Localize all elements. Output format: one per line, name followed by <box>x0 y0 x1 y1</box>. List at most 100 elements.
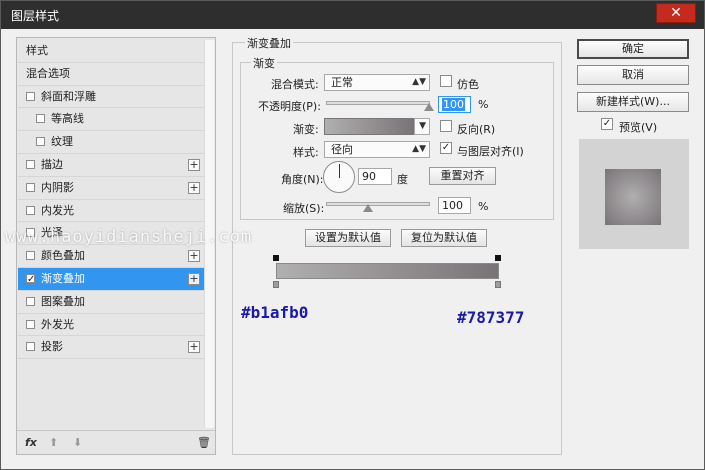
dither-checkbox[interactable] <box>440 75 452 87</box>
style-item[interactable]: 描边 + <box>18 154 204 177</box>
start-color-annotation: #b1afb0 <box>241 303 309 322</box>
style-preview <box>579 139 689 249</box>
style-item-label: 颜色叠加 <box>41 249 85 263</box>
scale-slider[interactable] <box>326 202 430 212</box>
right-color-stop[interactable] <box>495 281 501 288</box>
angle-unit: 度 <box>397 173 408 186</box>
new-style-button[interactable]: 新建样式(W)... <box>577 92 689 112</box>
style-item[interactable]: 斜面和浮雕 <box>18 86 204 109</box>
add-style-icon[interactable]: + <box>188 272 200 285</box>
reset-default-button[interactable]: 复位为默认值 <box>401 229 487 247</box>
opacity-slider[interactable] <box>326 101 434 111</box>
align-layer-checkbox[interactable]: ✓ <box>440 142 452 154</box>
style-item[interactable]: 外发光 <box>18 314 204 337</box>
angle-dial[interactable] <box>323 161 355 193</box>
scale-slider-thumb[interactable] <box>362 204 373 212</box>
style-item[interactable]: 纹理 <box>18 131 204 154</box>
layer-style-dialog: 图层样式 ✕ 样式 混合选项 斜面和浮雕 等高线 纹理 描边 + 内阴影 + 内发光 光泽 颜色叠加 +… <box>0 0 705 470</box>
close-button[interactable]: ✕ <box>656 3 696 23</box>
style-item[interactable]: 混合选项 <box>18 63 204 86</box>
dither-label: 仿色 <box>457 78 479 91</box>
gradient-picker[interactable] <box>324 118 415 135</box>
style-item[interactable]: 内发光 <box>18 200 204 223</box>
gradient-preview-bar <box>276 263 499 279</box>
angle-value: 90 <box>362 170 376 183</box>
style-value: 径向 <box>331 143 353 156</box>
add-style-icon[interactable]: + <box>188 181 200 194</box>
preview-label: 预览(V) <box>619 121 658 134</box>
style-select[interactable]: 径向 ▲▼ <box>324 141 430 158</box>
reset-align-button[interactable]: 重置对齐 <box>429 167 496 185</box>
make-default-button[interactable]: 设置为默认值 <box>305 229 391 247</box>
move-down-icon[interactable]: ⬇ <box>73 436 82 449</box>
end-color-annotation: #787377 <box>457 308 525 327</box>
ok-button[interactable]: 确定 <box>577 39 689 59</box>
title-bar: 图层样式 ✕ <box>1 1 704 29</box>
style-item[interactable]: 颜色叠加 + <box>18 245 204 268</box>
style-item-label: 内发光 <box>41 203 74 217</box>
align-layer-label: 与图层对齐(I) <box>457 145 524 158</box>
angle-input[interactable]: 90 <box>358 168 392 185</box>
fx-button[interactable]: fx <box>25 436 37 449</box>
right-opacity-stop[interactable] <box>495 255 501 261</box>
cancel-button[interactable]: 取消 <box>577 65 689 85</box>
left-color-stop[interactable] <box>273 281 279 288</box>
preview-checkbox[interactable]: ✓ <box>601 118 613 130</box>
move-up-icon[interactable]: ⬆ <box>49 436 58 449</box>
opacity-label: 不透明度(P): <box>258 100 321 113</box>
scale-value: 100 <box>442 199 463 212</box>
opacity-slider-thumb[interactable] <box>424 103 434 111</box>
opacity-value: 100 <box>442 98 465 111</box>
blend-mode-select[interactable]: 正常 ▲▼ <box>324 74 430 91</box>
style-item-label: 斜面和浮雕 <box>41 89 96 103</box>
chevron-down-icon: ▲▼ <box>412 77 426 87</box>
opacity-unit: % <box>478 98 489 111</box>
style-item-checkbox[interactable] <box>26 182 35 192</box>
style-item-label: 等高线 <box>51 112 84 126</box>
subgroup-title: 渐变 <box>251 55 277 71</box>
trash-icon[interactable]: 🗑 <box>197 436 211 449</box>
style-item-checkbox[interactable] <box>26 296 35 306</box>
style-item[interactable]: 样式 <box>18 40 204 63</box>
styles-list: 样式混合选项斜面和浮雕等高线纹理描边+内阴影+内发光光泽颜色叠加+渐变叠加+图案… <box>18 40 204 360</box>
add-style-icon[interactable]: + <box>188 250 200 263</box>
scale-input[interactable]: 100 <box>438 197 471 214</box>
style-item-checkbox[interactable] <box>26 205 35 215</box>
angle-dial-needle <box>339 164 340 178</box>
style-item[interactable]: 投影 + <box>18 336 204 360</box>
style-item-label: 纹理 <box>51 135 73 149</box>
styles-toolbar: fx ⬆ ⬇ 🗑 <box>17 430 215 454</box>
style-item-checkbox[interactable] <box>26 319 35 329</box>
style-item-checkbox[interactable] <box>26 159 35 169</box>
gradient-dropdown[interactable]: ▼ <box>414 118 430 135</box>
style-item-label: 渐变叠加 <box>41 271 85 285</box>
style-item[interactable]: 等高线 <box>18 108 204 132</box>
style-item-checkbox[interactable] <box>26 342 35 352</box>
add-style-icon[interactable]: + <box>188 158 200 171</box>
style-item-checkbox[interactable] <box>36 137 45 147</box>
left-opacity-stop[interactable] <box>273 255 279 261</box>
angle-label: 角度(N): <box>281 173 324 186</box>
style-item-label: 混合选项 <box>26 66 70 80</box>
preview-swatch <box>605 169 661 225</box>
window-title: 图层样式 <box>11 9 60 23</box>
style-item-checkbox[interactable] <box>26 251 35 261</box>
style-item-label: 内阴影 <box>41 180 74 194</box>
style-item[interactable]: 图案叠加 <box>18 291 204 314</box>
style-item-label: 描边 <box>41 157 63 171</box>
opacity-input[interactable]: 100 <box>438 96 471 113</box>
chevron-down-icon: ▼ <box>419 121 426 131</box>
style-item[interactable]: 渐变叠加 + <box>18 267 204 291</box>
scale-label: 缩放(S): <box>283 202 325 215</box>
style-item-label: 图案叠加 <box>41 294 85 308</box>
blend-mode-value: 正常 <box>331 76 353 89</box>
style-item[interactable]: 内阴影 + <box>18 177 204 200</box>
blend-mode-label: 混合模式: <box>271 78 319 91</box>
reverse-checkbox[interactable] <box>440 120 452 132</box>
style-item-label: 外发光 <box>41 317 74 331</box>
add-style-icon[interactable]: + <box>188 341 200 354</box>
style-item-checkbox[interactable] <box>26 91 35 101</box>
watermark: www.haoyidiansheji.com <box>5 227 253 247</box>
style-item-checkbox[interactable] <box>26 269 35 291</box>
style-item-checkbox[interactable] <box>36 114 45 124</box>
